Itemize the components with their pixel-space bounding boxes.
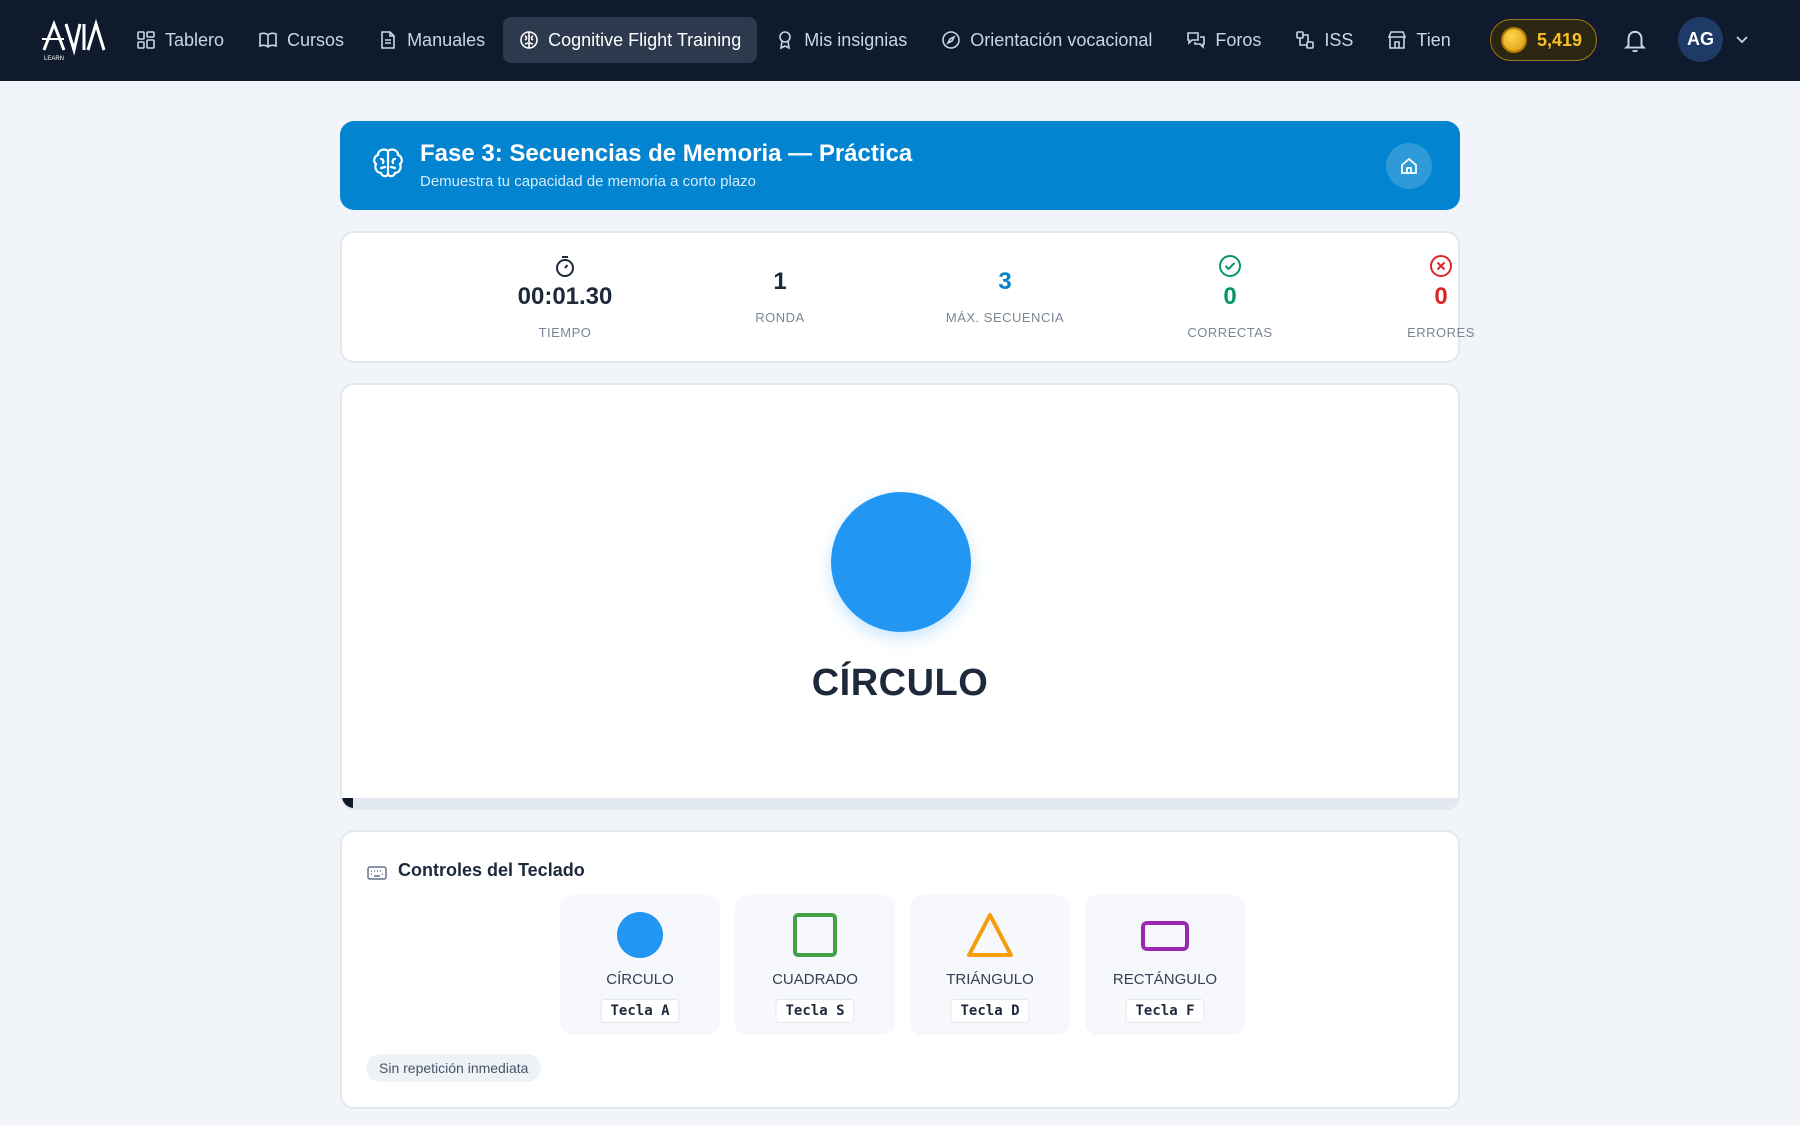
stat-max-sequence-value: 3 [998,268,1012,295]
top-navbar: LEARN Tablero Cursos Manuales Cognitive … [0,0,1800,81]
coin-balance[interactable]: 5,419 [1490,19,1597,61]
stat-correct: 0 CORRECTAS [1130,233,1330,361]
home-icon [1401,157,1417,174]
stat-correct-label: CORRECTAS [1187,325,1273,340]
key-label: TRIÁNGULO [946,971,1034,988]
stat-correct-value: 0 [1223,283,1237,310]
key-label: CÍRCULO [606,971,674,988]
rule-badge: Sin repetición inmediata [366,1054,542,1082]
stat-errors: 0 ERRORES [1341,233,1541,361]
key-card-rectangle[interactable]: RECTÁNGULO Tecla F [1085,895,1245,1035]
avia-logo[interactable]: LEARN [40,18,106,62]
nav-item-cognitive-flight-training[interactable]: Cognitive Flight Training [503,17,758,63]
timer-icon [556,256,574,277]
stat-max-sequence: 3 MÁX. SECUENCIA [905,233,1105,361]
network-icon [1296,31,1315,49]
stat-round: 1 RONDA [680,233,880,361]
nav-menu: Tablero Cursos Manuales Cognitive Flight… [120,17,1492,63]
nav-item-label: Foros [1215,29,1262,50]
key-hint: Tecla F [1125,999,1205,1023]
book-icon [259,32,277,49]
rectangle-shape-icon [1141,921,1189,951]
dashboard-icon [137,31,155,49]
stat-max-sequence-label: MÁX. SECUENCIA [945,310,1065,325]
key-hint: Tecla D [950,999,1030,1023]
page-subtitle: Demuestra tu capacidad de memoria a cort… [420,173,757,190]
chevron-down-icon[interactable] [1733,30,1751,48]
avatar[interactable]: AG [1678,17,1723,62]
sequence-progress-bar [342,798,1458,808]
brain-icon [520,31,538,49]
home-button[interactable] [1386,143,1432,189]
compass-icon [942,31,961,49]
key-hint: Tecla A [600,999,680,1023]
key-label: RECTÁNGULO [1112,971,1218,988]
nav-item-tienda[interactable]: Tien [1371,17,1466,63]
key-card-triangle[interactable]: TRIÁNGULO Tecla D [910,895,1070,1035]
square-shape-icon [793,913,837,957]
check-circle-icon [1219,255,1241,277]
coin-value: 5,419 [1537,29,1583,50]
stats-panel: 00:01.30 TIEMPO 1 RONDA 3 MÁX. SECUENCIA… [340,231,1474,363]
x-circle-icon [1430,255,1452,277]
key-hint: Tecla S [775,999,855,1023]
nav-item-label: Orientación vocacional [970,29,1153,50]
chat-icon [1187,32,1206,49]
svg-text:LEARN: LEARN [44,56,64,62]
nav-item-tablero[interactable]: Tablero [120,17,240,63]
badge-icon [779,31,792,50]
keyboard-controls-title: Controles del Teclado [398,860,585,880]
nav-item-foros[interactable]: Foros [1170,17,1277,63]
nav-item-label: Tien [1416,29,1451,50]
current-shape-name: CÍRCULO [811,662,989,704]
nav-item-cursos[interactable]: Cursos [242,17,360,63]
nav-item-label: Manuales [407,29,486,50]
key-card-square[interactable]: CUADRADO Tecla S [735,895,895,1035]
sequence-stage: CÍRCULO [340,383,1460,810]
document-icon [381,31,395,49]
store-icon [1388,31,1407,49]
keyboard-controls-panel: Controles del Teclado CÍRCULO Tecla A CU… [340,830,1460,1109]
brain-icon [373,148,403,178]
stat-errors-label: ERRORES [1407,325,1475,340]
stat-round-value: 1 [773,268,787,295]
nav-item-mis-insignias[interactable]: Mis insignias [759,17,923,63]
nav-item-orientacion-vocacional[interactable]: Orientación vocacional [925,17,1168,63]
key-card-circle[interactable]: CÍRCULO Tecla A [560,895,720,1035]
nav-item-label: Tablero [165,29,225,50]
bell-icon[interactable] [1622,27,1648,53]
stat-time-value: 00:01.30 [517,283,613,310]
keyboard-icon [367,866,387,880]
triangle-shape-icon [967,913,1013,957]
stat-time-label: TIEMPO [538,325,592,340]
page-title: Fase 3: Secuencias de Memoria — Práctica [420,140,913,167]
nav-item-manuales[interactable]: Manuales [362,17,501,63]
circle-shape-icon [617,912,663,958]
nav-item-label: ISS [1324,29,1354,50]
nav-item-label: Mis insignias [804,29,908,50]
nav-item-iss[interactable]: ISS [1279,17,1369,63]
phase-header: Fase 3: Secuencias de Memoria — Práctica… [340,121,1460,210]
nav-item-label: Cursos [287,29,345,50]
nav-item-label: Cognitive Flight Training [548,29,742,50]
sequence-progress-fill [342,798,354,808]
stat-round-label: RONDA [755,310,805,325]
stat-errors-value: 0 [1434,283,1448,310]
key-label: CUADRADO [772,971,858,988]
current-shape-circle [831,492,971,632]
coin-icon [1501,27,1527,53]
stat-time: 00:01.30 TIEMPO [465,233,665,361]
